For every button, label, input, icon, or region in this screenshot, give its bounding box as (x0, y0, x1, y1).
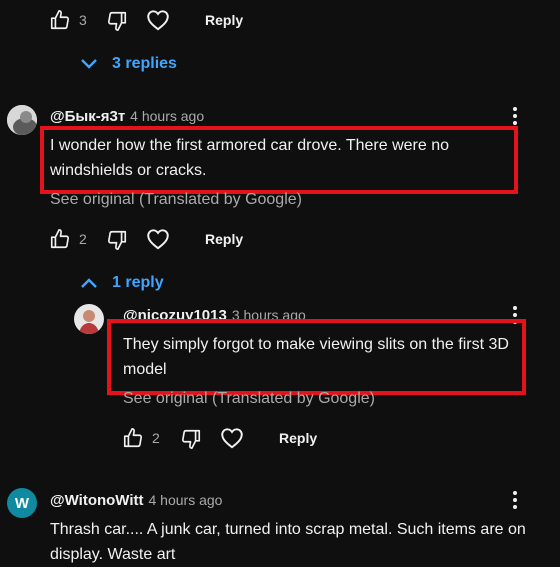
like-count: 2 (79, 231, 87, 247)
replies-toggle-label: 3 replies (112, 55, 177, 72)
chevron-up-icon (81, 278, 97, 288)
avatar-letter: W (14, 494, 30, 512)
reply-button[interactable]: Reply (205, 231, 243, 247)
replies-toggle[interactable]: 3 replies (80, 55, 177, 73)
replies-toggle[interactable]: 1 reply (80, 274, 164, 292)
heart-icon[interactable] (219, 425, 245, 451)
dislike-icon[interactable] (106, 10, 128, 32)
comment-author[interactable]: @WitonoWitt (50, 492, 144, 509)
comment-time[interactable]: 4 hours ago (149, 492, 223, 508)
dislike-icon[interactable] (180, 428, 202, 450)
comment-author[interactable]: @Бык-я3т (50, 108, 125, 125)
reply-button[interactable]: Reply (205, 12, 243, 28)
like-icon[interactable] (122, 427, 144, 449)
like-icon[interactable] (49, 228, 71, 250)
replies-toggle-label: 1 reply (112, 274, 164, 291)
avatar[interactable]: W (7, 488, 37, 518)
dislike-icon[interactable] (106, 229, 128, 251)
like-count: 3 (79, 12, 87, 28)
heart-icon[interactable] (145, 226, 171, 252)
comment-header: @WitonoWitt 4 hours ago (50, 492, 222, 510)
more-options-icon[interactable] (503, 104, 527, 128)
heart-icon[interactable] (145, 7, 171, 33)
avatar[interactable] (7, 105, 37, 135)
chevron-down-icon (81, 59, 97, 69)
avatar[interactable] (74, 304, 104, 334)
like-icon[interactable] (49, 9, 71, 31)
see-original-link[interactable]: See original (Translated by Google) (123, 390, 375, 408)
comment-header: @Бык-я3т 4 hours ago (50, 108, 204, 126)
reply-button[interactable]: Reply (279, 430, 317, 446)
like-count: 2 (152, 430, 160, 446)
comment-time[interactable]: 4 hours ago (130, 108, 204, 124)
see-original-link[interactable]: See original (Translated by Google) (50, 191, 302, 209)
comment-text: I wonder how the first armored car drove… (50, 137, 449, 179)
reply-text: They simply forgot to make viewing slits… (123, 336, 509, 378)
more-options-icon[interactable] (503, 488, 527, 512)
